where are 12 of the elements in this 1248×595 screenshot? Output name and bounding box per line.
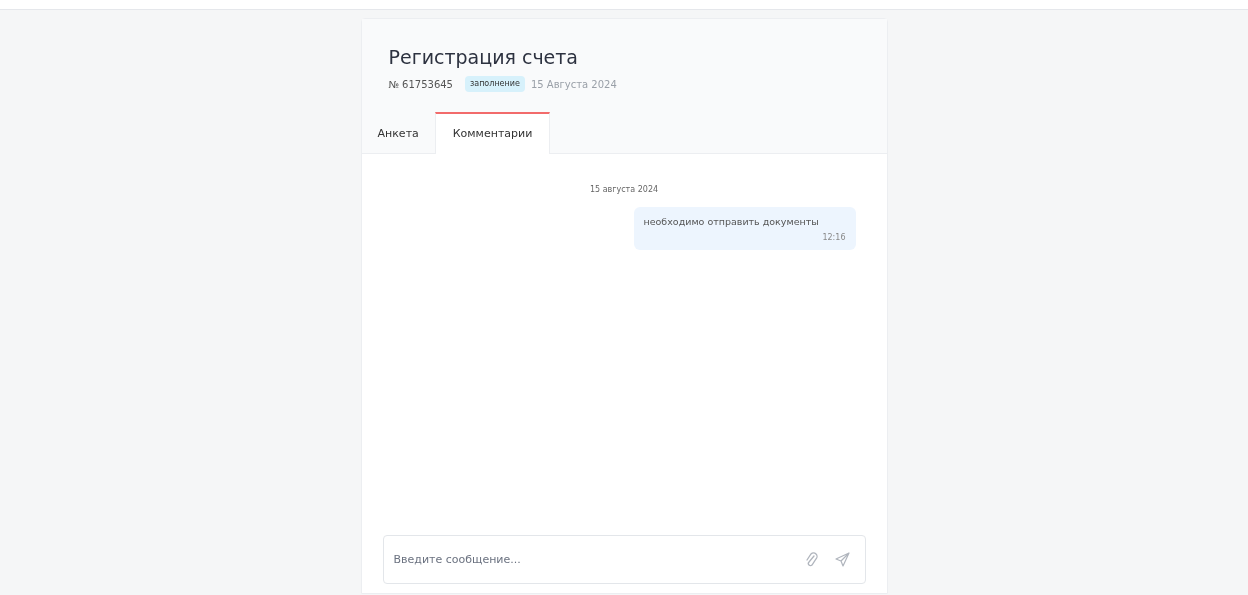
paperclip-icon[interactable] — [804, 551, 819, 568]
send-icon[interactable] — [834, 552, 850, 567]
invoice-date: 15 Августа 2024 — [530, 77, 617, 92]
tab[interactable]: Анкета — [361, 112, 435, 154]
invoice-number: № 61753645 — [388, 77, 453, 92]
date-separator: 15 августа 2024 — [589, 184, 659, 196]
page-title: Регистрация счета — [388, 45, 580, 70]
message-time: 12:16 — [822, 232, 846, 245]
message-text: необходимо отправить документы — [643, 215, 820, 229]
status-badge: заполнение — [465, 76, 525, 92]
tab[interactable]: Комментарии — [434, 112, 551, 154]
message-input-field[interactable]: Введите сообщение... — [382, 535, 866, 584]
